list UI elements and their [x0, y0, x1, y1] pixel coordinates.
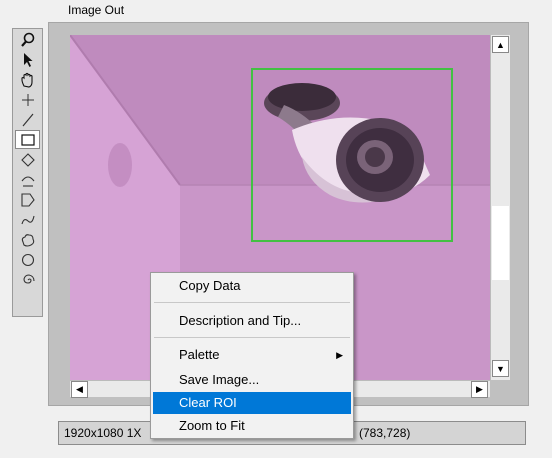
- menu-separator: [154, 337, 350, 338]
- menu-item-label: Description and Tip...: [179, 313, 302, 328]
- tool-palette: [12, 28, 43, 317]
- menu-item-label: Palette: [179, 347, 220, 362]
- zoom-tool-icon[interactable]: [16, 31, 39, 48]
- spiral-tool-icon[interactable]: [16, 271, 39, 288]
- menu-item-label: Save Image...: [179, 372, 260, 387]
- menu-separator: [154, 302, 350, 303]
- image-resolution: 1920x1080 1X: [64, 426, 142, 440]
- rectangle-tool-icon[interactable]: [15, 130, 40, 149]
- submenu-arrow-icon: ▶: [336, 350, 343, 360]
- scroll-left-button[interactable]: ◀: [71, 381, 88, 398]
- pointer-tool-icon[interactable]: [16, 51, 39, 68]
- polygon-tool-icon[interactable]: [16, 191, 39, 208]
- menu-item-zoom-to-fit[interactable]: Zoom to Fit: [153, 415, 351, 437]
- menu-item-label: Zoom to Fit: [179, 418, 245, 433]
- scroll-up-button[interactable]: ▲: [492, 36, 509, 53]
- vertical-scroll-thumb[interactable]: [492, 206, 509, 280]
- freehand-line-tool-icon[interactable]: [16, 211, 39, 228]
- cursor-coordinates: (783,728): [359, 426, 411, 440]
- annulus-tool-icon[interactable]: [16, 171, 39, 188]
- image-display-label: Image Out: [68, 3, 125, 17]
- scroll-down-button[interactable]: ▼: [492, 360, 509, 377]
- oval-tool-icon[interactable]: [16, 251, 39, 268]
- point-tool-icon[interactable]: [16, 91, 39, 108]
- menu-item-description-and-tip[interactable]: Description and Tip...: [153, 310, 351, 332]
- menu-item-label: Copy Data: [179, 278, 241, 293]
- context-menu: Copy Data Description and Tip... Palette…: [150, 272, 354, 439]
- vertical-scrollbar[interactable]: ▲ ▼: [490, 35, 510, 380]
- menu-item-clear-roi[interactable]: Clear ROI: [153, 392, 351, 414]
- menu-item-label: Clear ROI: [179, 395, 237, 410]
- pan-tool-icon[interactable]: [16, 71, 39, 88]
- scroll-right-button[interactable]: ▶: [471, 381, 488, 398]
- menu-item-save-image[interactable]: Save Image...: [153, 369, 351, 391]
- menu-item-copy-data[interactable]: Copy Data: [153, 275, 351, 297]
- rotated-rectangle-tool-icon[interactable]: [16, 151, 39, 168]
- menu-item-palette[interactable]: Palette ▶: [153, 344, 351, 366]
- line-tool-icon[interactable]: [16, 111, 39, 128]
- freehand-region-tool-icon[interactable]: [16, 231, 39, 248]
